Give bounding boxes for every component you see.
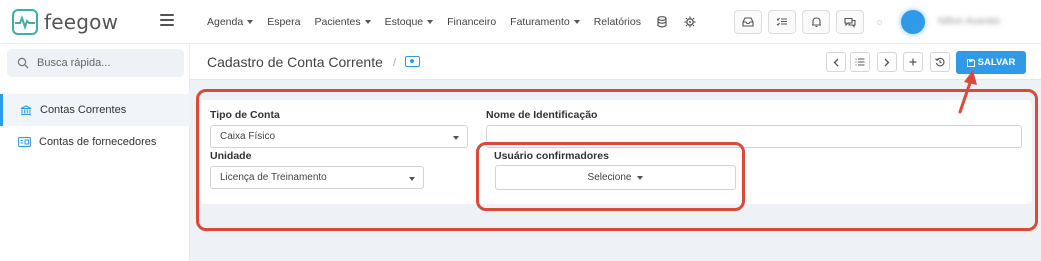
top-bar: feegow Agenda Espera Pacientes Estoque F… (0, 0, 1041, 44)
chat-icon (844, 17, 856, 28)
search-input[interactable] (37, 57, 167, 69)
history-icon (935, 57, 945, 67)
chevron-down-icon (427, 20, 434, 24)
nav-estoque[interactable]: Estoque (385, 16, 434, 28)
sidebar-item-contas-fornecedores[interactable]: Contas de fornecedores (0, 126, 190, 158)
chevron-down-icon (364, 20, 371, 24)
page-header: Cadastro de Conta Corrente / SALVAR (190, 44, 1041, 80)
chevron-down-icon (247, 20, 254, 24)
nav-pacientes[interactable]: Pacientes (314, 16, 371, 28)
card-icon (18, 137, 31, 147)
sidebar: Contas Correntes Contas de fornecedores (0, 44, 190, 261)
chat-button[interactable] (836, 10, 864, 34)
add-button[interactable] (903, 52, 923, 72)
bell-icon (811, 17, 821, 28)
sidebar-item-label: Contas Correntes (40, 104, 127, 116)
sidebar-item-label: Contas de fornecedores (39, 136, 157, 148)
previous-button[interactable] (826, 52, 846, 72)
menu-toggle-icon[interactable] (160, 14, 174, 26)
notifications-button[interactable] (802, 10, 830, 34)
top-nav: Agenda Espera Pacientes Estoque Financei… (207, 0, 711, 44)
chevron-down-icon (573, 20, 580, 24)
list-button[interactable] (850, 52, 870, 72)
avatar[interactable] (901, 10, 925, 34)
sidebar-item-contas-correntes[interactable]: Contas Correntes (0, 94, 190, 126)
pulse-logo-icon (12, 9, 38, 35)
nav-agenda[interactable]: Agenda (207, 16, 254, 28)
history-button[interactable] (930, 52, 950, 72)
chevron-left-icon (833, 58, 839, 66)
nav-espera[interactable]: Espera (267, 16, 300, 28)
gear-icon[interactable] (683, 15, 697, 29)
annotation-arrow-icon (958, 70, 977, 114)
nav-financeiro[interactable]: Financeiro (447, 16, 496, 28)
status-dot (877, 20, 882, 25)
breadcrumb-separator: / (393, 57, 397, 69)
chevron-right-icon (884, 58, 890, 66)
next-button[interactable] (877, 52, 897, 72)
database-icon[interactable] (655, 15, 669, 29)
search-icon (17, 57, 29, 69)
plus-icon (909, 58, 917, 66)
brand-logo[interactable]: feegow (12, 9, 118, 35)
nav-faturamento[interactable]: Faturamento (510, 16, 580, 28)
money-icon[interactable] (405, 56, 420, 67)
nav-relatorios[interactable]: Relatórios (594, 16, 641, 28)
checklist-icon (776, 17, 787, 26)
annotation-users-highlight (476, 142, 745, 211)
tasks-button[interactable] (768, 10, 796, 34)
inbox-button[interactable] (734, 10, 762, 34)
list-icon (855, 58, 865, 66)
quick-search (7, 49, 184, 77)
user-name[interactable]: Nilton Avarato (938, 16, 1000, 27)
page-title: Cadastro de Conta Corrente (207, 54, 383, 70)
inbox-icon (742, 17, 754, 27)
bank-icon (20, 104, 32, 115)
brand-name: feegow (44, 10, 119, 34)
